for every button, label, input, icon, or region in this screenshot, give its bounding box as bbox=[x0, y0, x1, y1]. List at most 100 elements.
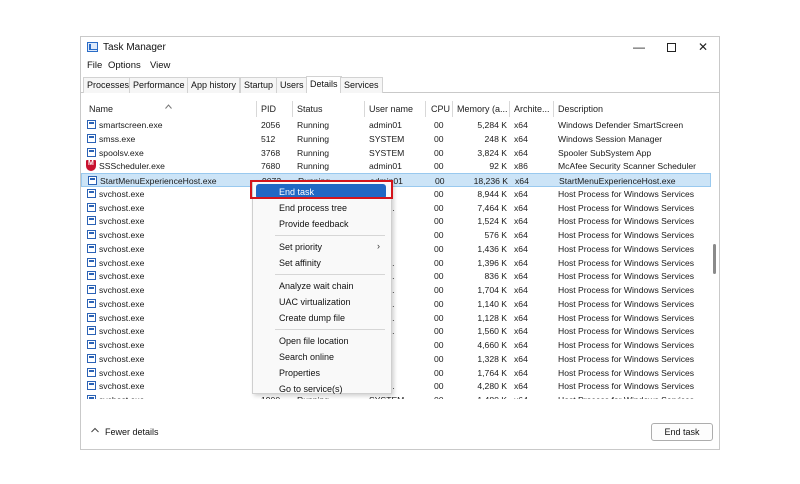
column-divider[interactable] bbox=[509, 101, 510, 117]
cell-memory: 1,480 K bbox=[453, 395, 507, 399]
cell-description: Host Process for Windows Services bbox=[558, 381, 695, 392]
cell-description: Host Process for Windows Services bbox=[558, 367, 695, 378]
table-row[interactable]: smartscreen.exe 2056 Running admin01 00 5,284… bbox=[81, 118, 711, 132]
menu-item-create-dump-file[interactable]: Create dump file bbox=[253, 310, 391, 325]
menu-item-label: Provide feedback bbox=[279, 219, 349, 229]
cell-memory: 1,128 K bbox=[477, 312, 507, 323]
cell-description: Host Process for Windows Services bbox=[558, 257, 695, 268]
column-header-description[interactable]: Description bbox=[558, 104, 603, 114]
vertical-scroll-thumb[interactable] bbox=[713, 244, 716, 274]
cell-name: svchost.exe bbox=[99, 367, 145, 378]
menu-item-provide-feedback[interactable]: Provide feedback bbox=[253, 216, 391, 231]
column-header-pid[interactable]: PID bbox=[261, 104, 276, 114]
process-icon bbox=[87, 202, 96, 212]
cell-memory: 5,284 K bbox=[477, 120, 507, 130]
menu-item-analyze-wait-chain[interactable]: Analyze wait chain bbox=[253, 278, 391, 293]
table-row[interactable]: SSScheduler.exe 7680 Running admin01 00 92 K x… bbox=[81, 159, 711, 173]
cell-memory: 836 K bbox=[484, 271, 507, 282]
column-divider[interactable] bbox=[452, 101, 453, 117]
menu-view[interactable]: View bbox=[150, 60, 170, 71]
title-bar[interactable]: Task Manager — ✕ bbox=[81, 37, 719, 57]
column-divider[interactable] bbox=[256, 101, 257, 117]
vertical-scrollbar[interactable] bbox=[711, 118, 719, 398]
column-header-memory[interactable]: Memory (a... bbox=[457, 104, 508, 114]
tab-services[interactable]: Services bbox=[340, 77, 383, 93]
cell-cpu: 00 bbox=[434, 216, 444, 227]
fewer-details-link[interactable]: Fewer details bbox=[105, 427, 159, 437]
cell-description: Host Process for Windows Services bbox=[558, 312, 695, 323]
table-row[interactable]: svchost.exeL SE...001,396 Kx64Host Proce… bbox=[81, 256, 711, 270]
cell-status: Running bbox=[297, 147, 330, 158]
tab-performance[interactable]: Performance bbox=[129, 77, 189, 93]
column-header-status[interactable]: Status bbox=[297, 104, 323, 114]
table-row[interactable]: svchost.exeL SE...001,560 Kx64Host Proce… bbox=[81, 324, 711, 338]
cell-memory: 1,560 K bbox=[477, 326, 507, 337]
menu-item-label: End process tree bbox=[279, 203, 348, 213]
process-icon bbox=[87, 340, 96, 349]
tab-processes[interactable]: Processes bbox=[83, 77, 134, 93]
column-header-cpu[interactable]: CPU bbox=[431, 104, 450, 114]
process-icon bbox=[87, 367, 96, 377]
table-row[interactable]: svchost.exeM001,328 Kx64Host Process for… bbox=[81, 352, 711, 366]
maximize-button[interactable] bbox=[657, 39, 685, 56]
cell-memory: 18,236 K bbox=[473, 176, 508, 186]
menu-separator bbox=[275, 329, 385, 330]
table-row[interactable]: svchost.exe1900RunningSYSTEM001,480 Kx64… bbox=[81, 393, 711, 399]
table-row[interactable]: svchost.exeL SE...001,704 Kx64Host Proce… bbox=[81, 283, 711, 297]
column-divider[interactable] bbox=[364, 101, 365, 117]
column-divider[interactable] bbox=[292, 101, 293, 117]
column-header-architecture[interactable]: Archite... bbox=[514, 104, 550, 114]
table-header: Name PID Status User name CPU Memory (a.… bbox=[81, 101, 711, 117]
cell-memory: 1,704 K bbox=[477, 285, 507, 295]
menu-item-search-online[interactable]: Search online bbox=[253, 349, 391, 364]
close-button[interactable]: ✕ bbox=[689, 39, 717, 56]
end-task-button[interactable]: End task bbox=[651, 423, 713, 441]
column-divider[interactable] bbox=[425, 101, 426, 117]
table-row[interactable]: svchost.exeM001,524 Kx64Host Process for… bbox=[81, 214, 711, 228]
menu-item-uac-virtualization[interactable]: UAC virtualization bbox=[253, 294, 391, 309]
cell-architecture: x64 bbox=[514, 367, 528, 378]
table-row[interactable]: svchost.exeM00576 Kx64Host Process for W… bbox=[81, 228, 711, 242]
table-row[interactable]: svchost.exeM001,436 Kx64Host Process for… bbox=[81, 242, 711, 256]
table-row[interactable]: svchost.exeM008,944 Kx64Host Process for… bbox=[81, 187, 711, 201]
table-row[interactable]: svchost.exeL SE...00836 Kx64Host Process… bbox=[81, 269, 711, 283]
table-row[interactable]: svchost.exeORK...004,280 Kx64Host Proces… bbox=[81, 379, 711, 393]
chevron-up-icon[interactable] bbox=[91, 427, 99, 433]
tab-details[interactable]: Details bbox=[306, 76, 342, 93]
menu-options[interactable]: Options bbox=[108, 60, 141, 71]
cell-architecture: x64 bbox=[514, 353, 528, 364]
table-row[interactable]: spoolsv.exe 3768 Running SYSTEM 00 3,824 K x64… bbox=[81, 146, 711, 160]
table-row[interactable]: StartMenuExperienceHost.exe9072Runningad… bbox=[81, 173, 711, 187]
tab-app-history[interactable]: App history bbox=[187, 77, 241, 93]
cell-architecture: x64 bbox=[514, 285, 528, 295]
menu-item-end-process-tree[interactable]: End process tree bbox=[253, 200, 391, 215]
cell-description: Host Process for Windows Services bbox=[558, 298, 695, 309]
table-row[interactable]: svchost.exeORK...007,464 Kx64Host Proces… bbox=[81, 201, 711, 215]
cell-cpu: 00 bbox=[434, 271, 444, 282]
column-header-user-name[interactable]: User name bbox=[369, 104, 413, 114]
menu-item-open-file-location[interactable]: Open file location bbox=[253, 333, 391, 348]
table-row[interactable]: svchost.exeM004,660 Kx64Host Process for… bbox=[81, 338, 711, 352]
cell-cpu: 00 bbox=[434, 230, 444, 240]
column-header-name[interactable]: Name bbox=[89, 104, 113, 114]
tab-startup[interactable]: Startup bbox=[240, 77, 278, 93]
menu-item-go-to-service-s[interactable]: Go to service(s) bbox=[253, 381, 391, 396]
cell-description: Windows Defender SmartScreen bbox=[558, 120, 684, 130]
tab-users[interactable]: Users bbox=[276, 77, 308, 93]
table-row[interactable]: svchost.exeM001,764 Kx64Host Process for… bbox=[81, 366, 711, 380]
table-row[interactable]: smss.exe 512 Running SYSTEM 00 248 K x64 Window… bbox=[81, 132, 711, 146]
menu-item-label: Open file location bbox=[279, 336, 349, 346]
menu-item-set-priority[interactable]: Set priority › bbox=[253, 239, 391, 254]
minimize-button[interactable]: — bbox=[625, 39, 653, 56]
cell-memory: 248 K bbox=[484, 133, 507, 144]
menu-item-set-affinity[interactable]: Set affinity bbox=[253, 255, 391, 270]
cell-memory: 1,436 K bbox=[477, 243, 507, 254]
cell-memory: 1,140 K bbox=[477, 298, 507, 309]
table-row[interactable]: svchost.exeL SE...001,140 Kx64Host Proce… bbox=[81, 297, 711, 311]
table-row[interactable]: svchost.exeL SE...001,128 Kx64Host Proce… bbox=[81, 311, 711, 325]
menu-item-properties[interactable]: Properties bbox=[253, 365, 391, 380]
cell-cpu: 00 bbox=[434, 285, 444, 295]
cell-name: svchost.exe bbox=[99, 243, 145, 254]
menu-file[interactable]: File bbox=[87, 60, 102, 71]
column-divider[interactable] bbox=[553, 101, 554, 117]
